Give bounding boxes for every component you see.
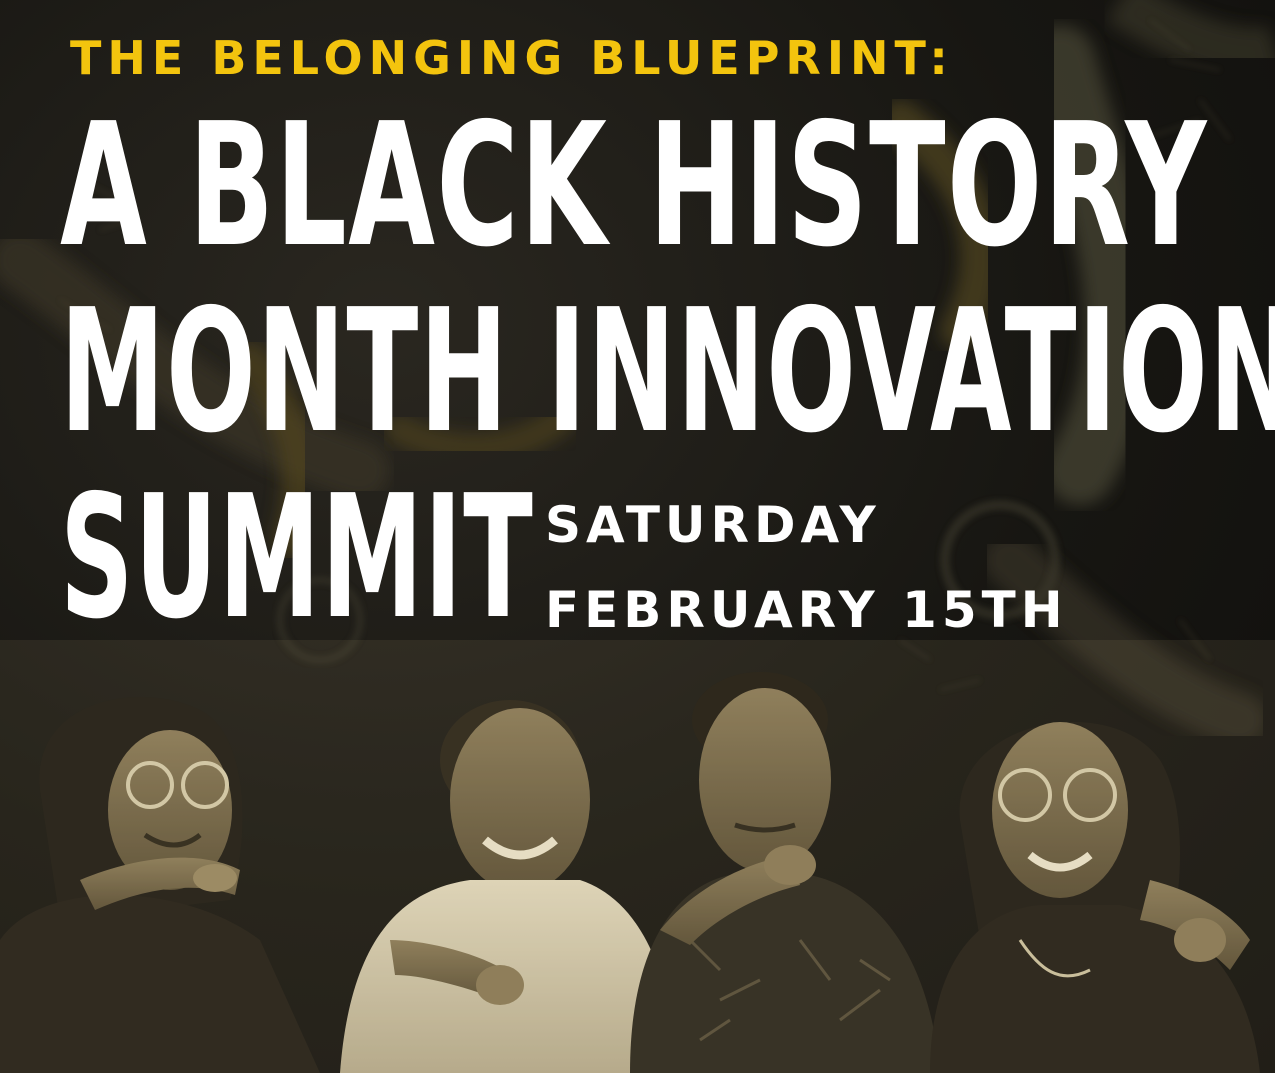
group-photo — [0, 640, 1275, 1073]
event-date: FEBRUARY 15TH — [545, 581, 1068, 639]
headline-line-1: A BLACK HISTORY — [60, 87, 1208, 285]
event-day: SATURDAY — [545, 496, 881, 554]
event-kicker: THE BELONGING BLUEPRINT: — [70, 31, 954, 85]
headline-line-3: SUMMIT — [60, 459, 535, 657]
headline-line-2: MONTH INNOVATION — [60, 273, 1275, 471]
event-poster: THE BELONGING BLUEPRINT: A BLACK HISTORY… — [0, 0, 1275, 1073]
